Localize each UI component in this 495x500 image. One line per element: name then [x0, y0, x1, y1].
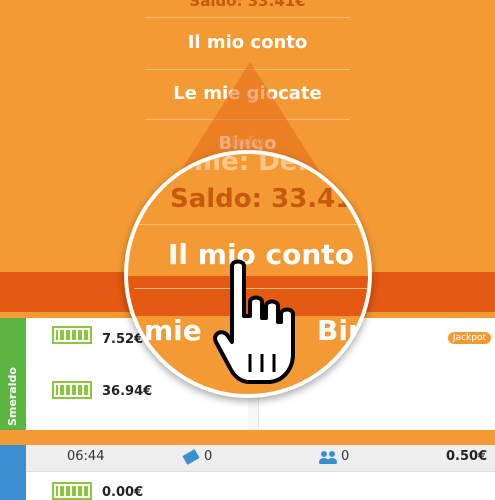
- tickets-count: 0: [204, 449, 213, 464]
- ticket-icon: [52, 381, 92, 399]
- menu-item-my-account[interactable]: Il mio conto: [145, 17, 350, 70]
- magnified-bingo-games: mie: [144, 314, 202, 347]
- menu-item-my-bingo-games[interactable]: Le mie giocate Bingo: [145, 69, 350, 154]
- room-name: Smeraldo: [6, 367, 19, 426]
- room-thumbnail: [0, 445, 26, 500]
- magnified-bingo-word: Bin: [317, 314, 368, 347]
- users-icon: [319, 451, 337, 464]
- card-price: 0.50€: [446, 449, 488, 464]
- ticket-icon: [52, 326, 92, 344]
- magnified-divider: [134, 224, 368, 225]
- jackpot-badge: Jackpot: [447, 332, 491, 344]
- ticket-icon: [52, 482, 92, 500]
- magnified-balance: Saldo: 33.41€: [170, 184, 372, 214]
- players-count: 0: [341, 449, 350, 464]
- menu-balance: Saldo: 33.41€: [145, 0, 350, 18]
- room-start-time: 06:44: [67, 449, 105, 464]
- magnified-name: me: De...: [194, 150, 328, 177]
- pointer-hand-icon: [213, 259, 295, 384]
- prize-amount: 0.00€: [102, 485, 144, 500]
